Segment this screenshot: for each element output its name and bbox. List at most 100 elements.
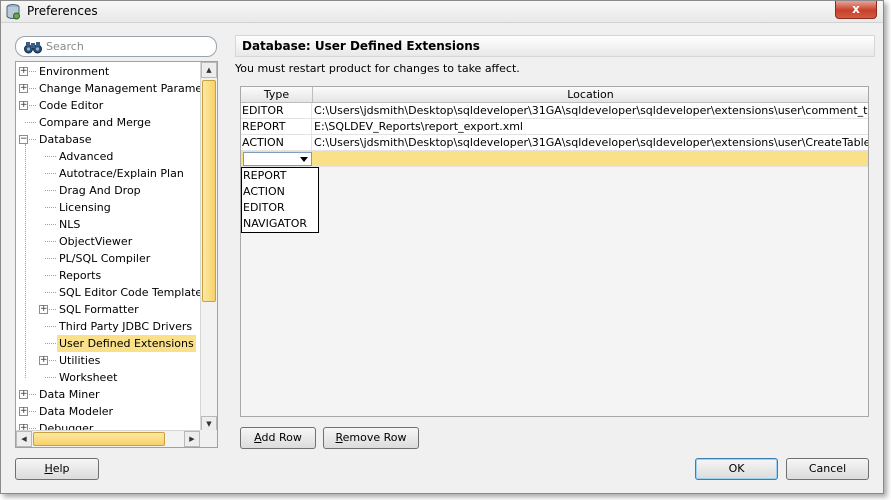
search-input[interactable] — [46, 39, 206, 54]
column-header-location[interactable]: Location — [313, 87, 868, 103]
tree-item-autotrace-explain-plan[interactable]: Autotrace/Explain Plan — [16, 165, 201, 182]
location-cell[interactable]: E:\SQLDEV_Reports\report_export.xml — [313, 119, 868, 135]
type-cell[interactable]: ACTION — [241, 135, 312, 151]
tree-item-objectviewer[interactable]: ObjectViewer — [16, 233, 201, 250]
tree-item-label: PL/SQL Compiler — [59, 252, 151, 265]
scroll-left-icon[interactable]: ◀ — [16, 431, 32, 447]
tree-item-utilities[interactable]: + Utilities — [16, 352, 201, 369]
tree-item-change-management-parameters[interactable]: + Change Management Parameters — [16, 80, 201, 97]
dropdown-option-navigator[interactable]: NAVIGATOR — [243, 216, 307, 232]
search-box — [15, 36, 217, 57]
tree-connector-line — [45, 377, 56, 378]
expand-icon[interactable]: + — [39, 305, 48, 314]
dropdown-option-editor[interactable]: EDITOR — [243, 200, 285, 216]
tree-item-code-editor[interactable]: + Code Editor — [16, 97, 201, 114]
type-cell[interactable]: REPORT — [241, 119, 312, 135]
location-cell[interactable]: C:\Users\jdsmith\Desktop\sqldeveloper\31… — [313, 135, 868, 151]
tree-connector-line — [45, 275, 56, 276]
tree-horizontal-scroll-thumb[interactable] — [33, 432, 165, 446]
close-icon: x — [852, 2, 860, 16]
expand-icon[interactable]: + — [19, 101, 28, 110]
tree-item-reports[interactable]: Reports — [16, 267, 201, 284]
tree-connector-line — [29, 428, 36, 429]
tree-connector-line — [45, 190, 56, 191]
tree-item-label: Data Miner — [39, 388, 100, 401]
remove-row-mnemonic: R — [335, 431, 343, 444]
tree-item-advanced[interactable]: Advanced — [16, 148, 201, 165]
dropdown-arrow-icon[interactable] — [300, 157, 308, 162]
tree-vertical-scrollbar[interactable]: ▲ ▼ — [200, 62, 217, 432]
table-row[interactable]: ACTION C:\Users\jdsmith\Desktop\sqldevel… — [241, 135, 868, 151]
tree-item-label: Licensing — [59, 201, 111, 214]
add-row-mnemonic: A — [254, 431, 262, 444]
tree-item-sql-editor-code-templates[interactable]: SQL Editor Code Templates — [16, 284, 201, 301]
restart-message: You must restart product for changes to … — [235, 62, 520, 75]
cancel-button[interactable]: Cancel — [786, 458, 869, 480]
tree-vertical-scroll-thumb[interactable] — [202, 80, 216, 302]
location-cell[interactable] — [313, 151, 868, 167]
type-dropdown-list: REPORT ACTION EDITOR NAVIGATOR — [241, 167, 319, 233]
location-cell[interactable]: C:\Users\jdsmith\Desktop\sqldeveloper\31… — [313, 103, 868, 119]
tree-item-data-miner[interactable]: + Data Miner — [16, 386, 201, 403]
tree-connector-line — [45, 343, 56, 344]
expand-icon[interactable]: + — [19, 407, 28, 416]
add-row-label: dd Row — [261, 431, 302, 444]
tree-item-drag-and-drop[interactable]: Drag And Drop — [16, 182, 201, 199]
scroll-corner — [200, 430, 217, 447]
collapse-icon[interactable]: − — [19, 135, 28, 144]
tree-connector-line — [25, 122, 36, 123]
tree-connector-line — [45, 326, 56, 327]
tree-item-nls[interactable]: NLS — [16, 216, 201, 233]
expand-icon[interactable]: + — [39, 356, 48, 365]
tree-item-third-party-jdbc-drivers[interactable]: Third Party JDBC Drivers — [16, 318, 201, 335]
help-label: elp — [52, 462, 70, 475]
tree-item-environment[interactable]: + Environment — [16, 63, 201, 80]
expand-icon[interactable]: + — [19, 390, 28, 399]
tree-horizontal-scrollbar[interactable]: ◀ ▶ — [16, 430, 201, 447]
ok-button[interactable]: OK — [695, 458, 778, 480]
tree-item-licensing[interactable]: Licensing — [16, 199, 201, 216]
tree-item-worksheet[interactable]: Worksheet — [16, 369, 201, 386]
type-cell[interactable]: EDITOR — [241, 103, 312, 119]
tree-item-label: Drag And Drop — [59, 184, 141, 197]
tree-item-data-modeler[interactable]: + Data Modeler — [16, 403, 201, 420]
remove-row-button[interactable]: Remove Row — [323, 427, 419, 449]
tree-item-label: Compare and Merge — [39, 116, 151, 129]
column-header-type[interactable]: Type — [241, 87, 313, 103]
tree-item-label: Advanced — [59, 150, 114, 163]
tree-item-label: Environment — [39, 65, 110, 78]
help-button[interactable]: Help — [15, 458, 99, 480]
tree-list: + Environment + Change Management Parameter… — [16, 62, 201, 432]
tree-item-label: SQL Editor Code Templates — [59, 286, 201, 299]
table-row[interactable]: EDITOR C:\Users\jdsmith\Desktop\sqldevel… — [241, 103, 868, 119]
tree-item-label: Reports — [59, 269, 102, 282]
tree-item-compare-and-merge[interactable]: Compare and Merge — [16, 114, 201, 131]
add-row-button[interactable]: Add Row — [240, 427, 316, 449]
table-row[interactable]: REPORT E:\SQLDEV_Reports\report_export.x… — [241, 119, 868, 135]
tree-item-user-defined-extensions[interactable]: User Defined Extensions — [16, 335, 201, 352]
table-row-editing[interactable] — [241, 151, 868, 167]
help-mnemonic: H — [44, 462, 53, 475]
tree-item-label: SQL Formatter — [59, 303, 139, 316]
dropdown-option-report[interactable]: REPORT — [243, 168, 286, 184]
tree-item-database[interactable]: − Database — [16, 131, 201, 148]
dropdown-option-action[interactable]: ACTION — [243, 184, 285, 200]
tree-connector-line — [49, 360, 56, 361]
scroll-right-icon[interactable]: ▶ — [184, 431, 200, 447]
tree-item-label: NLS — [59, 218, 81, 231]
preferences-dialog: Preferences x + Environment + Change Manage… — [0, 0, 884, 494]
tree-item-pl-sql-compiler[interactable]: PL/SQL Compiler — [16, 250, 201, 267]
tree-item-label: User Defined Extensions — [57, 335, 196, 352]
tree-connector-line — [49, 309, 56, 310]
tree-connector-line — [45, 241, 56, 242]
tree-item-sql-formatter[interactable]: + SQL Formatter — [16, 301, 201, 318]
tree-connector-line — [29, 88, 36, 89]
type-combobox[interactable] — [243, 152, 312, 166]
tree-connector-line — [45, 258, 56, 259]
close-button[interactable]: x — [835, 1, 877, 19]
expand-icon[interactable]: + — [19, 67, 28, 76]
tree-item-label: ObjectViewer — [59, 235, 133, 248]
scroll-up-icon[interactable]: ▲ — [201, 62, 217, 78]
tree-connector-line — [45, 207, 56, 208]
expand-icon[interactable]: + — [19, 84, 28, 93]
